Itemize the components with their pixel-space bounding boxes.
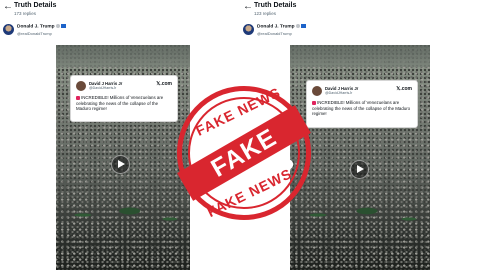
x-logo-icon: 𝕏.com xyxy=(156,81,172,87)
x-logo-icon: 𝕏.com xyxy=(396,86,412,92)
user-name[interactable]: Donald J. Trump xyxy=(17,24,66,29)
play-icon[interactable] xyxy=(350,160,369,179)
user-handle: @realDonaldTrump xyxy=(257,31,292,36)
building-background xyxy=(56,45,190,67)
post-header: ← Truth Details 173 replies Donald J. Tr… xyxy=(0,0,240,45)
back-arrow-icon[interactable]: ← xyxy=(243,2,253,12)
play-icon[interactable] xyxy=(111,155,130,174)
user-name[interactable]: Donald J. Trump xyxy=(257,24,306,29)
reply-count: 123 replies xyxy=(254,11,277,16)
verified-badge-icon xyxy=(55,24,60,28)
avatar[interactable] xyxy=(3,24,14,35)
building-background xyxy=(290,45,430,67)
verified-badge-icon xyxy=(295,24,300,28)
post-header: ← Truth Details 123 replies Donald J. Tr… xyxy=(240,0,480,45)
trees-background xyxy=(56,195,190,235)
flag-icon xyxy=(300,24,306,28)
card-author-handle: @DavidJHarrisJr xyxy=(89,86,117,90)
card-author-handle: @DavidJHarrisJr xyxy=(325,91,353,95)
card-avatar xyxy=(76,81,86,91)
page-title: Truth Details xyxy=(14,2,57,9)
card-text: INCREDIBLE! Millions of Venezuelans are … xyxy=(76,95,164,112)
card-text: INCREDIBLE! Millions of Venezuelans are … xyxy=(312,100,411,117)
trees-background xyxy=(290,195,430,235)
embedded-post-card: David J Harris Jr @DavidJHarrisJr 𝕏.com … xyxy=(70,75,178,122)
flag-icon xyxy=(60,24,66,28)
avatar[interactable] xyxy=(243,24,254,35)
card-avatar xyxy=(312,86,322,96)
user-handle: @realDonaldTrump xyxy=(17,31,52,36)
back-arrow-icon[interactable]: ← xyxy=(3,2,13,12)
reply-count: 173 replies xyxy=(14,11,37,16)
embedded-post-card: David J Harris Jr @DavidJHarrisJr 𝕏.com … xyxy=(306,80,418,128)
alert-icon xyxy=(312,100,316,105)
page-title: Truth Details xyxy=(254,2,297,9)
alert-icon xyxy=(76,95,80,100)
